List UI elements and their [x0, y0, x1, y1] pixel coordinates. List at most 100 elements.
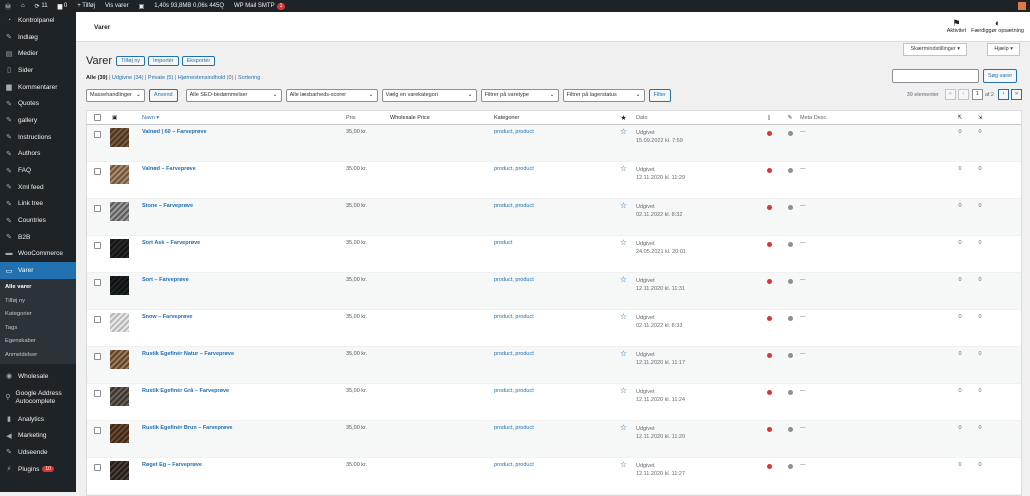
sidebar-item-google-address-autocomplete[interactable]: ⚲ Google Address Autocomplete — [0, 385, 76, 411]
product-thumbnail[interactable] — [110, 387, 129, 406]
last-page-button[interactable]: » — [1011, 89, 1022, 100]
sidebar-item-b2b[interactable]: ✎ B2B — [0, 229, 76, 246]
sidebar-item-gallery[interactable]: ✎ gallery — [0, 112, 76, 129]
featured-star-icon[interactable]: ☆ — [611, 125, 636, 136]
category-links[interactable]: product — [494, 236, 611, 246]
select-all-checkbox[interactable] — [93, 114, 101, 121]
featured-star-icon[interactable]: ☆ — [611, 199, 636, 210]
submenu-item[interactable]: Anmeldelser — [0, 349, 76, 363]
featured-star-icon[interactable]: ☆ — [611, 458, 636, 469]
search-input[interactable] — [892, 69, 979, 83]
sidebar-item-medier[interactable]: ▤ Medier — [0, 45, 76, 62]
category-links[interactable]: product, product — [494, 199, 611, 209]
featured-star-icon[interactable]: ☆ — [611, 421, 636, 432]
sidebar-item-authors[interactable]: ✎ Authors — [0, 146, 76, 163]
product-thumbnail[interactable] — [110, 350, 129, 369]
product-thumbnail[interactable] — [110, 313, 129, 332]
product-name-link[interactable]: Valnød | 60 – Farveprøve — [142, 125, 346, 135]
sidebar-item-varer[interactable]: ▭ Varer — [0, 262, 76, 279]
filter-button[interactable]: Filter — [648, 89, 671, 102]
submenu-item[interactable]: Egenskaber — [0, 335, 76, 349]
product-name-link[interactable]: Stone – Farveprøve — [142, 199, 346, 209]
featured-star-icon[interactable]: ☆ — [611, 347, 636, 358]
sidebar-item-instructions[interactable]: ✎ Instructions — [0, 129, 76, 146]
row-checkbox[interactable] — [93, 353, 101, 360]
submenu-item[interactable]: Tags — [0, 322, 76, 336]
product-name-link[interactable]: Sort Ask – Farveprøve — [142, 236, 346, 246]
readability-select[interactable]: Alle læsbarheds-scorer ⌄ — [285, 89, 378, 102]
product-thumbnail[interactable] — [110, 202, 129, 221]
product-thumbnail[interactable] — [110, 276, 129, 295]
sidebar-item-sider[interactable]: ▯ Sider — [0, 62, 76, 79]
col-price[interactable]: Pris — [346, 115, 390, 121]
screen-options-button[interactable]: Skærmindstillinger ▾ — [903, 43, 967, 56]
search-button[interactable]: Søg varer — [983, 69, 1018, 83]
view-published[interactable]: Udgivne (34) — [112, 75, 144, 81]
product-thumbnail[interactable] — [110, 165, 129, 184]
sidebar-item-kontrolpanel[interactable]: ◔ Kontrolpanel — [0, 12, 76, 29]
incoming-links-icon[interactable]: ⇲ — [970, 115, 990, 121]
submenu-item[interactable]: Kategorier — [0, 308, 76, 322]
category-links[interactable]: product, product — [494, 458, 611, 468]
category-links[interactable]: product, product — [494, 125, 611, 135]
setup-button[interactable]: ◐ Færdiggør opsætning — [971, 18, 1024, 34]
row-checkbox[interactable] — [93, 242, 101, 249]
view-cornerstone[interactable]: Hjørnestensindhold (0) — [178, 75, 234, 81]
product-thumbnail[interactable] — [110, 424, 129, 443]
category-links[interactable]: product, product — [494, 347, 611, 357]
product-name-link[interactable]: Sort – Farveprøve — [142, 273, 346, 283]
product-name-link[interactable]: Rustik Egefinér Brun – Farveprøve — [142, 421, 346, 431]
product-type-select[interactable]: Filtrer på varetype ⌄ — [480, 89, 559, 102]
updates-link[interactable]: ⟳ 11 — [30, 0, 53, 12]
product-thumbnail[interactable] — [110, 128, 129, 147]
next-page-button[interactable]: › — [998, 89, 1009, 100]
wp-logo-icon[interactable]: Ⓦ — [0, 0, 16, 12]
submenu-item[interactable]: Alle varer — [0, 281, 76, 295]
category-links[interactable]: product, product — [494, 310, 611, 320]
sidebar-item-indlæg[interactable]: ✎ Indlæg — [0, 29, 76, 46]
featured-star-icon[interactable]: ☆ — [611, 384, 636, 395]
view-sorting[interactable]: Sortering — [238, 75, 260, 81]
sidebar-item-plugins[interactable]: ⚡ Plugins 10 — [0, 461, 76, 478]
activity-button[interactable]: ⚑ Aktivitet — [947, 18, 966, 34]
apply-button[interactable]: Anvend — [148, 89, 178, 102]
export-button[interactable]: Eksportér — [181, 56, 216, 66]
sidebar-item-countries[interactable]: ✎ Countries — [0, 212, 76, 229]
featured-star-icon[interactable]: ☆ — [611, 273, 636, 284]
sidebar-item-quotes[interactable]: ✎ Quotes — [0, 95, 76, 112]
category-select[interactable]: Vælg en varekategori ⌄ — [381, 89, 477, 102]
featured-star-icon[interactable]: ☆ — [611, 310, 636, 321]
featured-star-icon[interactable]: ☆ — [611, 236, 636, 247]
sidebar-item-faq[interactable]: ✎ FAQ — [0, 162, 76, 179]
row-checkbox[interactable] — [93, 205, 101, 212]
import-button[interactable]: Importér — [148, 56, 179, 66]
row-checkbox[interactable] — [93, 390, 101, 397]
query-monitor-icon[interactable]: ▣ — [134, 0, 150, 12]
sidebar-item-wholesale[interactable]: ◉ Wholesale — [0, 368, 76, 385]
first-page-button[interactable]: « — [944, 89, 956, 100]
add-new-button[interactable]: Tilføj ny — [116, 56, 146, 66]
category-links[interactable]: product, product — [494, 273, 611, 283]
category-links[interactable]: product, product — [494, 162, 611, 172]
col-meta-desc[interactable]: Meta Desc. — [800, 115, 950, 121]
performance-stats[interactable]: 1,40s 93,8MB 0,06s 445Q — [149, 0, 229, 12]
sidebar-item-kommentarer[interactable]: ▆ Kommentarer — [0, 79, 76, 96]
row-checkbox[interactable] — [93, 464, 101, 471]
row-checkbox[interactable] — [93, 131, 101, 138]
submenu-item[interactable]: Tilføj ny — [0, 295, 76, 309]
current-page-input[interactable]: 1 — [971, 89, 983, 100]
home-icon[interactable]: ⌂ — [16, 0, 30, 12]
wp-mail-smtp-link[interactable]: WP Mail SMTP 1 — [229, 0, 290, 12]
product-name-link[interactable]: Rustik Egefinér Grå – Farveprøve — [142, 384, 346, 394]
featured-star-icon[interactable]: ★ — [611, 114, 636, 122]
row-checkbox[interactable] — [93, 316, 101, 323]
product-thumbnail[interactable] — [110, 239, 129, 258]
sidebar-item-marketing[interactable]: ◀ Marketing — [0, 427, 76, 444]
outgoing-links-icon[interactable]: ⇱ — [950, 115, 970, 121]
new-content-link[interactable]: + Tilføj — [72, 0, 100, 12]
stock-status-select[interactable]: Filtrer på lagerstatus ⌄ — [562, 89, 645, 102]
product-name-link[interactable]: Snow – Farveprøve — [142, 310, 346, 320]
product-name-link[interactable]: Røget Eg – Farveprøve — [142, 458, 346, 468]
category-links[interactable]: product, product — [494, 384, 611, 394]
product-thumbnail[interactable] — [110, 461, 129, 480]
